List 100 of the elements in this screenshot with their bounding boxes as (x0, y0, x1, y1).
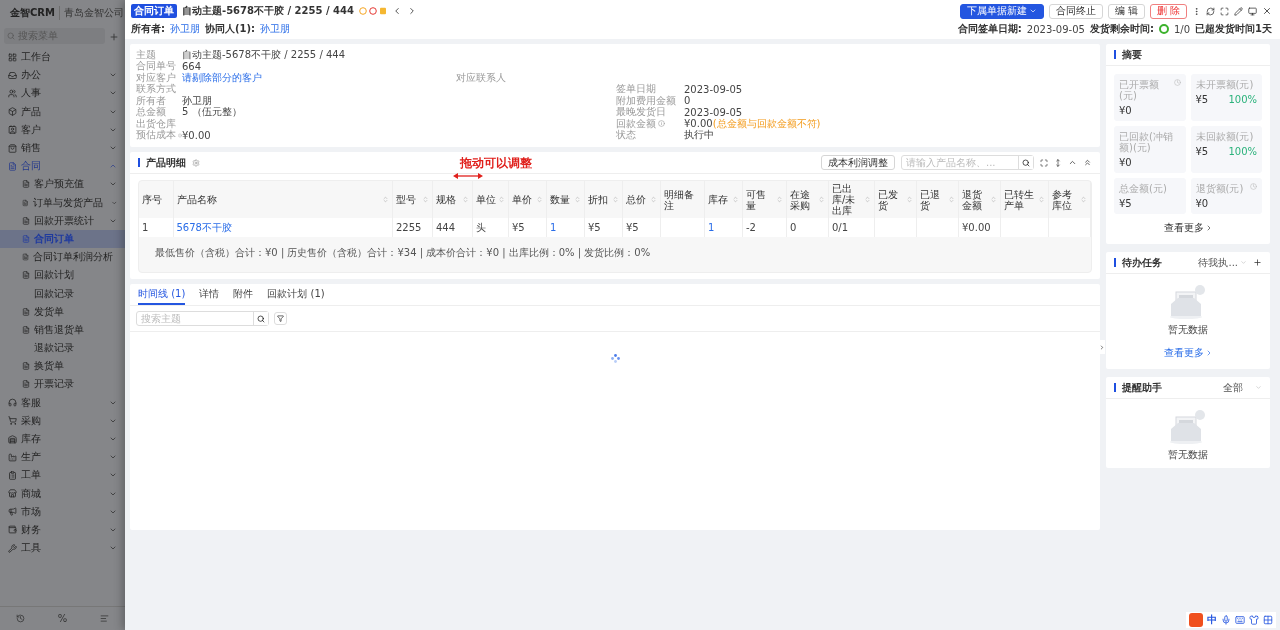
sidebar-item[interactable]: 合同订单利润分析 (0, 248, 125, 267)
sidebar-item[interactable]: 回款开票统计 (0, 211, 125, 230)
action-button[interactable]: 编 辑 (1107, 3, 1145, 19)
sort-icon[interactable] (948, 196, 955, 203)
fullscreen-icon[interactable] (1040, 158, 1048, 167)
sidebar-item[interactable]: 生产 (0, 448, 125, 467)
sidebar-item[interactable]: 开票记录 (0, 375, 125, 394)
add-icon[interactable] (1253, 258, 1262, 267)
language-indicator[interactable]: 中 (1207, 613, 1217, 627)
sidebar-item[interactable]: 客户预充值 (0, 175, 125, 194)
table-link[interactable]: 5678不干胶 (173, 218, 393, 237)
section-title: 摘要 (1122, 47, 1142, 62)
sidebar-item[interactable]: 销售退货单 (0, 320, 125, 339)
sidebar-item[interactable]: 办公 (0, 66, 125, 85)
sort-icon[interactable] (906, 196, 913, 203)
delete-button[interactable]: 删 除 (1149, 3, 1187, 19)
headset-icon (8, 398, 17, 408)
plus-icon[interactable] (109, 32, 119, 42)
sidebar-item[interactable]: 工作台 (0, 48, 125, 67)
sidebar-item[interactable]: 回款记录 (0, 284, 125, 303)
sidebar-item[interactable]: 库存 (0, 429, 125, 449)
stat-value: ¥5 (1195, 146, 1209, 157)
empty-inbox-drawing (1168, 409, 1208, 445)
sidebar-item[interactable]: 产品 (0, 102, 125, 121)
more-icon[interactable] (1192, 6, 1201, 16)
filter-button[interactable] (274, 312, 287, 325)
action-button[interactable]: 合同终止 (1048, 3, 1103, 19)
shirt-icon[interactable] (1249, 615, 1259, 625)
field-value: 0 (684, 95, 691, 107)
sort-icon[interactable] (498, 196, 505, 203)
sidebar-item[interactable]: 商城 (0, 484, 125, 503)
field-label: 所有者 (136, 94, 166, 106)
sidebar-item[interactable]: 客户 (0, 120, 125, 139)
sort-icon[interactable] (776, 196, 783, 203)
microphone-icon[interactable] (1221, 615, 1231, 625)
view-more-link[interactable]: 查看更多 (1157, 345, 1219, 361)
tab[interactable]: 附件 (233, 284, 254, 305)
collapse-handle[interactable] (1099, 340, 1105, 354)
table-link[interactable]: 1 (704, 218, 743, 237)
row-height-icon[interactable] (1054, 158, 1062, 167)
sidebar-item[interactable]: 退款记录 (0, 339, 125, 358)
monitor-icon[interactable] (1248, 6, 1257, 16)
record-type-badge: 合同订单 (131, 4, 177, 18)
inbox-icon (8, 70, 17, 80)
cost-adjust-button[interactable]: 成本利润调整 (821, 155, 895, 170)
task-filter-dropdown[interactable]: 待我执... (1198, 255, 1247, 270)
sort-icon[interactable] (382, 196, 389, 203)
sidebar-item[interactable]: 发货单 (0, 302, 125, 321)
fullscreen-icon[interactable] (1220, 6, 1229, 16)
sort-icon[interactable] (462, 196, 469, 203)
grid-icon[interactable] (1263, 615, 1273, 625)
sort-icon[interactable] (612, 196, 619, 203)
settings-icon[interactable] (192, 158, 200, 167)
sidebar-item[interactable]: 订单与发货产品 (0, 193, 125, 212)
sort-icon[interactable] (422, 196, 429, 203)
sidebar-item[interactable]: 人事 (0, 84, 125, 103)
collapse-icon[interactable] (1068, 158, 1077, 167)
tab[interactable]: 详情 (199, 284, 220, 305)
refresh-icon[interactable] (1206, 6, 1215, 16)
customer-link[interactable]: 请剔除部分的客户 (182, 70, 262, 85)
sort-icon[interactable] (732, 196, 739, 203)
field-label: 预估成本 (136, 129, 176, 143)
tab[interactable]: 时间线 (1) (138, 284, 186, 305)
sort-icon[interactable] (574, 196, 581, 203)
sidebar-item[interactable]: 客服 (0, 393, 125, 412)
tab[interactable]: 回款计划 (1) (267, 284, 325, 305)
sidebar-item[interactable]: 市场 (0, 502, 125, 521)
collaborator-link[interactable]: 孙卫朋 (260, 22, 291, 36)
pencil-icon[interactable] (1234, 6, 1243, 16)
sort-icon[interactable] (864, 196, 871, 203)
sort-icon[interactable] (1080, 196, 1087, 203)
collapse-all-icon[interactable] (1083, 158, 1092, 167)
sidebar-item[interactable]: 合同 (0, 157, 125, 176)
sort-icon[interactable] (650, 196, 657, 203)
clipboard-icon (8, 470, 17, 480)
sidebar-item[interactable]: 工具 (0, 539, 125, 558)
sidebar-item[interactable]: 采购 (0, 411, 125, 430)
history-icon[interactable] (16, 614, 26, 623)
sort-icon[interactable] (1038, 196, 1045, 203)
keyboard-icon[interactable] (1235, 615, 1245, 625)
stat-percent: 100% (1228, 146, 1257, 157)
percent-button[interactable]: % (57, 613, 68, 624)
create-button[interactable]: 下属单据新建 (959, 3, 1044, 19)
clock-icon (1173, 79, 1181, 86)
collapse-menu-icon[interactable] (99, 614, 109, 623)
document-icon (22, 180, 30, 189)
owner-link[interactable]: 孙卫朋 (170, 22, 200, 36)
sort-icon[interactable] (536, 196, 543, 203)
close-icon[interactable] (1262, 6, 1272, 16)
sidebar-item[interactable]: 销售 (0, 138, 125, 158)
sidebar-item[interactable]: 工单 (0, 466, 125, 485)
sidebar-item[interactable]: 回款计划 (0, 266, 125, 285)
sidebar-item[interactable]: 财务 (0, 520, 125, 540)
chevron-right-icon (1099, 343, 1105, 351)
sidebar-item[interactable]: 换货单 (0, 357, 125, 376)
sort-icon[interactable] (818, 196, 825, 203)
table-link[interactable]: 1 (546, 218, 585, 237)
view-more-link[interactable]: 查看更多 (1157, 220, 1219, 236)
reminder-filter-dropdown[interactable]: 全部 (1223, 380, 1262, 395)
sort-icon[interactable] (990, 196, 997, 203)
